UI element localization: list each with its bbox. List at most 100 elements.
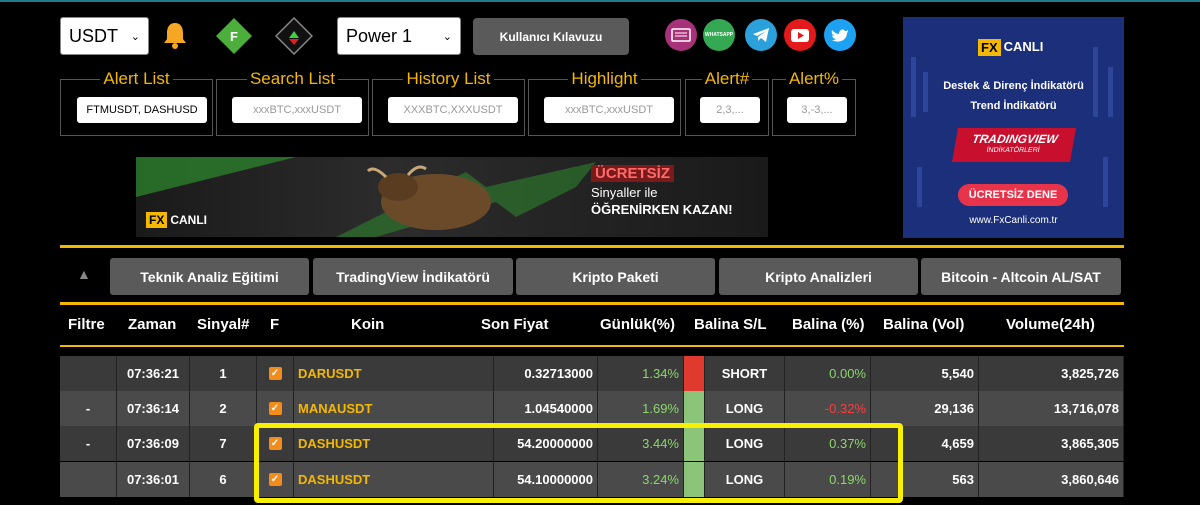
header-gunluk[interactable]: Günlük(%)	[600, 316, 675, 333]
favorite-checkbox[interactable]: ✓	[257, 356, 294, 391]
nav-kripto-paketi-button[interactable]: Kripto Paketi	[516, 258, 715, 295]
cell-zaman: 07:36:01	[117, 462, 190, 497]
user-guide-button[interactable]: Kullanıcı Kılavuzu	[473, 18, 629, 55]
alert-list-box: Alert List FTMUSDT, DASHUSD	[60, 69, 213, 136]
alert-percent-input[interactable]: 3,-3,...	[787, 97, 847, 123]
ad-tv-line1: TRADINGVIEW	[971, 132, 1059, 146]
cell-volume: 13,716,078	[979, 391, 1124, 426]
cell-vol: 5,540	[871, 356, 979, 391]
cell-sinyal: 1	[190, 356, 257, 391]
table-row[interactable]: -07:36:14 2 ✓ MANAUSDT 1.04540000 1.69% LONG -0…	[60, 391, 1124, 426]
nav-kripto-analizleri-button[interactable]: Kripto Analizleri	[719, 258, 918, 295]
highlight-box-overlay	[254, 423, 903, 503]
header-zaman[interactable]: Zaman	[128, 316, 176, 333]
alert-percent-box: Alert% 3,-3,...	[772, 69, 856, 136]
promo-banner[interactable]: FX CANLI ÜCRETSİZ Sinyaller ile ÖĞRENİRK…	[136, 157, 768, 237]
header-balina-vol[interactable]: Balina (Vol)	[883, 316, 964, 333]
highlight-box: Highlight xxxBTC,xxxUSDT	[528, 69, 681, 136]
header-f[interactable]: F	[270, 316, 279, 333]
cell-filtre	[60, 462, 117, 497]
cell-sinyal: 7	[190, 426, 257, 461]
bell-icon[interactable]	[160, 20, 190, 50]
header-son-fiyat[interactable]: Son Fiyat	[481, 316, 549, 333]
cell-gunluk: 1.34%	[598, 356, 684, 391]
ad-tv-line2: İNDİKATÖRLERİ	[985, 147, 1041, 154]
cell-zaman: 07:36:14	[117, 391, 190, 426]
whale-side-indicator	[684, 356, 705, 391]
favorite-checkbox[interactable]: ✓	[257, 391, 294, 426]
search-list-label: Search List	[246, 69, 339, 88]
chevron-down-icon: ⌄	[130, 30, 140, 43]
ad-logo-text: CANLI	[1003, 39, 1044, 54]
nav-teknik-analiz-button[interactable]: Teknik Analiz Eğitimi	[110, 258, 309, 295]
search-list-box: Search List xxxBTC,xxxUSDT	[216, 69, 369, 136]
banner-logo-text: CANLI	[170, 213, 208, 227]
ad-tradingview-badge: TRADINGVIEW İNDİKATÖRLERİ	[952, 128, 1076, 162]
ad-logo-fx: FX	[978, 39, 1001, 56]
cell-sl: SHORT	[705, 356, 785, 391]
banner-line3: ÖĞRENİRKEN KAZAN!	[591, 202, 733, 217]
cell-vol: 29,136	[871, 391, 979, 426]
header-balina-pct[interactable]: Balina (%)	[792, 316, 865, 333]
history-list-box: History List XXXBTC,XXXUSDT	[372, 69, 525, 136]
divider-top	[60, 245, 1124, 248]
whatsapp-icon[interactable]: WHATSAPP	[703, 19, 735, 51]
cell-volume: 3,865,305	[979, 426, 1124, 461]
alert-list-input[interactable]: FTMUSDT, DASHUSD	[77, 97, 207, 123]
nav-bitcoin-altcoin-button[interactable]: Bitcoin - Altcoin AL/SAT	[921, 258, 1121, 295]
ad-logo: FX CANLI	[978, 39, 1043, 56]
alert-number-input[interactable]: 2,3,...	[700, 97, 760, 123]
whale-side-indicator	[684, 391, 705, 426]
divider-table	[60, 345, 1124, 347]
ad-line2: Trend İndikatörü	[970, 100, 1057, 112]
alert-list-label: Alert List	[100, 69, 173, 88]
cell-fiyat: 0.32713000	[494, 356, 598, 391]
banner-text: ÜCRETSİZ Sinyaller ile ÖĞRENİRKEN KAZAN!	[591, 165, 761, 217]
divider-middle	[60, 302, 1124, 305]
cell-gunluk: 1.69%	[598, 391, 684, 426]
banner-logo: FX CANLI	[146, 212, 207, 228]
cell-zaman: 07:36:21	[117, 356, 190, 391]
tradingview-ad[interactable]: FX CANLI Destek & Direnç İndikatörü Tren…	[903, 17, 1124, 238]
currency-select-value: USDT	[69, 25, 118, 46]
youtube-icon[interactable]	[784, 19, 816, 51]
telegram-icon[interactable]	[745, 19, 777, 51]
chevron-down-icon: ⌄	[442, 30, 452, 43]
power-select[interactable]: Power 1 ⌄	[337, 17, 461, 55]
cell-filtre: -	[60, 426, 117, 461]
currency-select[interactable]: USDT ⌄	[60, 17, 149, 55]
search-list-input[interactable]: xxxBTC,xxxUSDT	[232, 97, 362, 123]
collapse-arrow-icon[interactable]: ▲	[77, 266, 91, 282]
cell-koin[interactable]: DARUSDT	[294, 356, 494, 391]
banner-logo-fx: FX	[146, 212, 168, 228]
ad-cta-button[interactable]: ÜCRETSİZ DENE	[958, 184, 1068, 206]
cell-volume: 3,860,646	[979, 462, 1124, 497]
alert-number-label: Alert#	[701, 69, 753, 88]
red-green-arrow-diamond-icon[interactable]	[275, 17, 313, 55]
table-row[interactable]: 07:36:21 1 ✓ DARUSDT 0.32713000 1.34% SHORT 0.0…	[60, 356, 1124, 391]
header-balina-sl[interactable]: Balina S/L	[694, 316, 767, 333]
cell-balina-pct: -0.32%	[785, 391, 871, 426]
badge-letter: F	[230, 29, 238, 44]
history-list-input[interactable]: XXXBTC,XXXUSDT	[388, 97, 518, 123]
header-volume[interactable]: Volume(24h)	[1006, 316, 1095, 333]
history-list-label: History List	[403, 69, 494, 88]
header-sinyal[interactable]: Sinyal#	[197, 316, 250, 333]
green-diamond-f-icon[interactable]: F	[215, 17, 253, 55]
whatsapp-label: WHATSAPP	[704, 32, 734, 38]
cell-sinyal: 6	[190, 462, 257, 497]
alert-percent-label: Alert%	[785, 69, 843, 88]
banner-line2: Sinyaller ile	[591, 185, 658, 200]
power-select-value: Power 1	[346, 25, 413, 46]
header-koin[interactable]: Koin	[351, 316, 384, 333]
cell-sl: LONG	[705, 391, 785, 426]
cell-zaman: 07:36:09	[117, 426, 190, 461]
cell-koin[interactable]: MANAUSDT	[294, 391, 494, 426]
twitter-icon[interactable]	[824, 19, 856, 51]
book-icon[interactable]	[665, 19, 697, 51]
nav-tradingview-button[interactable]: TradingView İndikatörü	[313, 258, 513, 295]
highlight-input[interactable]: xxxBTC,xxxUSDT	[544, 97, 674, 123]
cell-fiyat: 1.04540000	[494, 391, 598, 426]
alert-number-box: Alert# 2,3,...	[685, 69, 769, 136]
header-filtre[interactable]: Filtre	[68, 316, 105, 333]
